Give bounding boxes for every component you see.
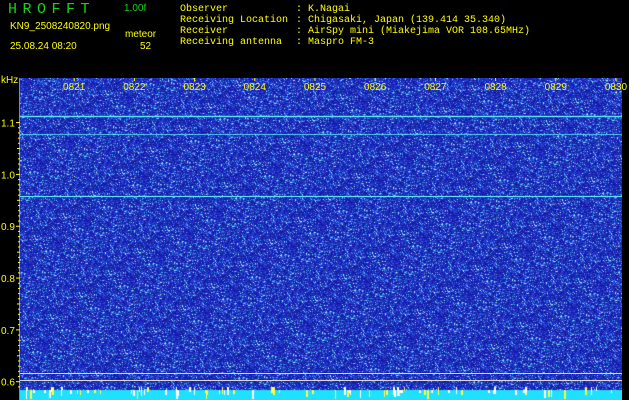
x-tick-label: 0827 (424, 82, 447, 93)
x-tick-label: 0826 (364, 82, 387, 93)
x-tick-label: 0825 (304, 82, 327, 93)
y-tick-label: 0.6 (1, 378, 15, 389)
x-tick-label: 0829 (545, 82, 568, 93)
x-tick-label: 0830 (605, 82, 628, 93)
y-tick-label: 1.0 (1, 170, 15, 181)
axis-layer: 1.1 1.0 0.9 0.8 0.7 0.6 0821 0822 0823 0824 0825 08… (1, 78, 628, 400)
y-tick-label: 0.9 (1, 222, 15, 233)
y-tick-label: 1.1 (1, 119, 15, 130)
x-tick-label: 0828 (484, 82, 507, 93)
x-tick-label: 0823 (183, 82, 206, 93)
x-tick-label: 0821 (63, 82, 86, 93)
x-tick-label: 0824 (244, 82, 267, 93)
x-tick-label: 0822 (123, 82, 146, 93)
hrofft-window: HROFFT 1.00f KN9_2508240820.png meteor 2… (0, 0, 629, 400)
y-tick-label: 0.7 (1, 326, 15, 337)
y-tick-label: 0.8 (1, 274, 15, 285)
